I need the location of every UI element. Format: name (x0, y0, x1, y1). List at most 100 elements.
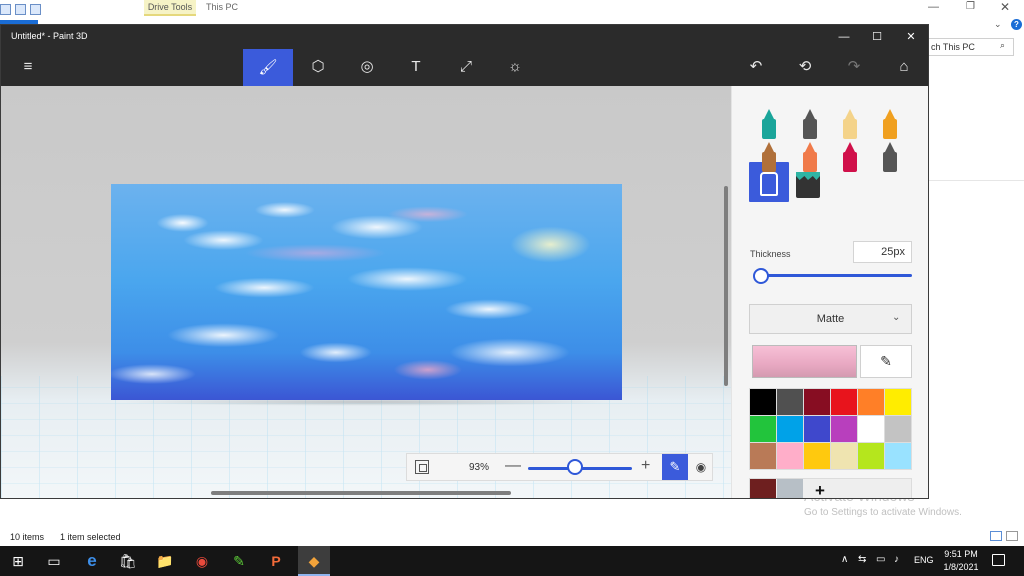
brush-body (803, 152, 817, 172)
color-swatch[interactable] (858, 443, 884, 469)
add-color-button[interactable]: + (810, 479, 830, 498)
search-icon[interactable]: ⌕ (1000, 40, 1005, 51)
color-swatch[interactable] (804, 443, 830, 469)
explorer-restore-button[interactable]: ❐ (966, 1, 975, 12)
pixel-pen-tool[interactable] (880, 142, 900, 176)
3d-view-icon[interactable]: ◉ (689, 454, 713, 480)
fit-to-screen-icon[interactable] (415, 460, 429, 474)
notification-icon[interactable] (992, 554, 1005, 566)
ribbon-expand-icon[interactable]: ⌄ (994, 19, 1002, 30)
menu-icon[interactable]: ≡ (14, 53, 42, 81)
effects-icon[interactable]: ☼ (501, 53, 529, 81)
brush-body (762, 119, 776, 139)
drive-tools-tab[interactable]: Drive Tools (144, 0, 196, 16)
large-icons-view-icon[interactable] (1006, 531, 1018, 541)
calligraphy-pen-tool[interactable] (800, 109, 820, 143)
shapes-3d-icon[interactable]: ⬡ (304, 53, 332, 81)
eraser-tool[interactable] (800, 142, 820, 176)
stickers-icon[interactable]: ◎ (353, 53, 381, 81)
thickness-slider[interactable] (758, 274, 912, 277)
quick-access-toolbar[interactable] (0, 2, 41, 16)
color-swatch[interactable] (831, 443, 857, 469)
properties-icon[interactable] (0, 3, 11, 15)
new-folder-icon[interactable] (30, 3, 41, 15)
eyedropper-icon[interactable]: ✎ (860, 345, 912, 378)
paint3d-taskbar-button[interactable]: ◆ (298, 546, 330, 576)
brush-tip (805, 142, 815, 152)
canvas-icon[interactable]: ⤢ (452, 53, 480, 81)
thickness-input[interactable]: 25px (853, 241, 912, 263)
location-title: This PC (206, 2, 239, 12)
edit-mode-icon[interactable]: ✎ (662, 454, 688, 480)
watercolor-tool[interactable] (880, 109, 900, 143)
color-swatch[interactable] (831, 389, 857, 415)
taskbar: ⊞ ▭ e 🛍 📁 ◉ ✎ P ◆ ∧ ⇆ ▭ ♪ ENG 9:51 PM 1/… (0, 546, 1024, 576)
mixed-reality-icon[interactable]: ⌂ (890, 53, 918, 81)
oil-brush-tool[interactable] (840, 109, 860, 143)
zoom-out-button[interactable]: — (505, 457, 521, 475)
brush-icon: 🖌 (258, 59, 278, 76)
color-swatch[interactable] (804, 416, 830, 442)
clock-time[interactable]: 9:51 PM (944, 549, 978, 559)
zoom-in-button[interactable]: + (641, 457, 650, 475)
color-swatch[interactable] (750, 416, 776, 442)
color-swatch[interactable] (858, 389, 884, 415)
color-swatch[interactable] (885, 416, 911, 442)
details-view-icon[interactable] (990, 531, 1002, 541)
powerpoint-icon[interactable]: P (261, 546, 291, 576)
help-icon[interactable]: ? (1011, 19, 1022, 30)
start-icon[interactable]: ⊞ (3, 546, 33, 576)
drawing-canvas[interactable] (111, 184, 622, 400)
workspace[interactable]: 93% — + ✎ ◉ (1, 86, 731, 498)
chrome-icon[interactable]: ◉ (187, 546, 217, 576)
color-swatch[interactable] (804, 389, 830, 415)
color-swatch[interactable] (750, 443, 776, 469)
explorer-close-button[interactable]: ✕ (1000, 0, 1010, 14)
store-icon[interactable]: 🛍 (113, 546, 143, 576)
checklist-icon[interactable] (15, 3, 26, 15)
undo-icon[interactable]: ↶ (742, 53, 770, 81)
maximize-button[interactable]: ☐ (862, 28, 892, 46)
clock-date[interactable]: 1/8/2021 (941, 562, 981, 572)
file-explorer-icon[interactable]: 📁 (150, 546, 180, 576)
paint3d-icon: ◆ (308, 553, 320, 569)
color-swatch[interactable] (858, 416, 884, 442)
color-palette (749, 388, 912, 470)
network-icon[interactable]: ⇆ (858, 554, 866, 565)
task-view-icon[interactable]: ▭ (39, 546, 69, 576)
speaker-icon[interactable]: ♪ (894, 554, 899, 565)
greenshot-icon[interactable]: ✎ (224, 546, 254, 576)
custom-color-swatch[interactable] (777, 479, 803, 498)
language-indicator[interactable]: ENG (914, 555, 934, 565)
pencil-tool[interactable] (759, 142, 779, 176)
color-swatch[interactable] (777, 416, 803, 442)
crayon-tool[interactable] (840, 142, 860, 176)
color-swatch[interactable] (885, 389, 911, 415)
color-swatch[interactable] (777, 443, 803, 469)
brush-tip (885, 109, 895, 119)
color-swatch[interactable] (831, 416, 857, 442)
marker-tool[interactable] (759, 109, 779, 143)
thickness-slider-thumb[interactable] (753, 268, 770, 284)
tab-brushes[interactable]: 🖌 (243, 49, 293, 86)
show-hidden-icons[interactable]: ∧ (841, 554, 848, 565)
finish-dropdown[interactable]: Matte (749, 304, 912, 334)
zoom-slider-thumb[interactable] (566, 459, 583, 475)
color-swatch[interactable] (885, 443, 911, 469)
minimize-button[interactable]: — (829, 28, 859, 46)
edge-icon[interactable]: e (77, 546, 107, 576)
color-swatch[interactable] (777, 389, 803, 415)
explorer-minimize-button[interactable]: — (928, 1, 939, 13)
history-icon[interactable]: ⟲ (791, 53, 819, 81)
activate-windows-subtitle: Go to Settings to activate Windows. (804, 507, 962, 518)
text-icon[interactable]: T (402, 53, 430, 81)
display-icon[interactable]: ▭ (876, 554, 885, 565)
chevron-down-icon: ⌄ (892, 312, 901, 323)
color-swatch[interactable] (750, 389, 776, 415)
redo-icon[interactable]: ↷ (840, 53, 868, 81)
close-button[interactable]: ✕ (896, 28, 926, 46)
horizontal-scrollbar[interactable] (211, 491, 511, 495)
vertical-scrollbar[interactable] (724, 186, 728, 386)
custom-color-swatch[interactable] (750, 479, 776, 498)
current-color-swatch[interactable] (752, 345, 857, 378)
